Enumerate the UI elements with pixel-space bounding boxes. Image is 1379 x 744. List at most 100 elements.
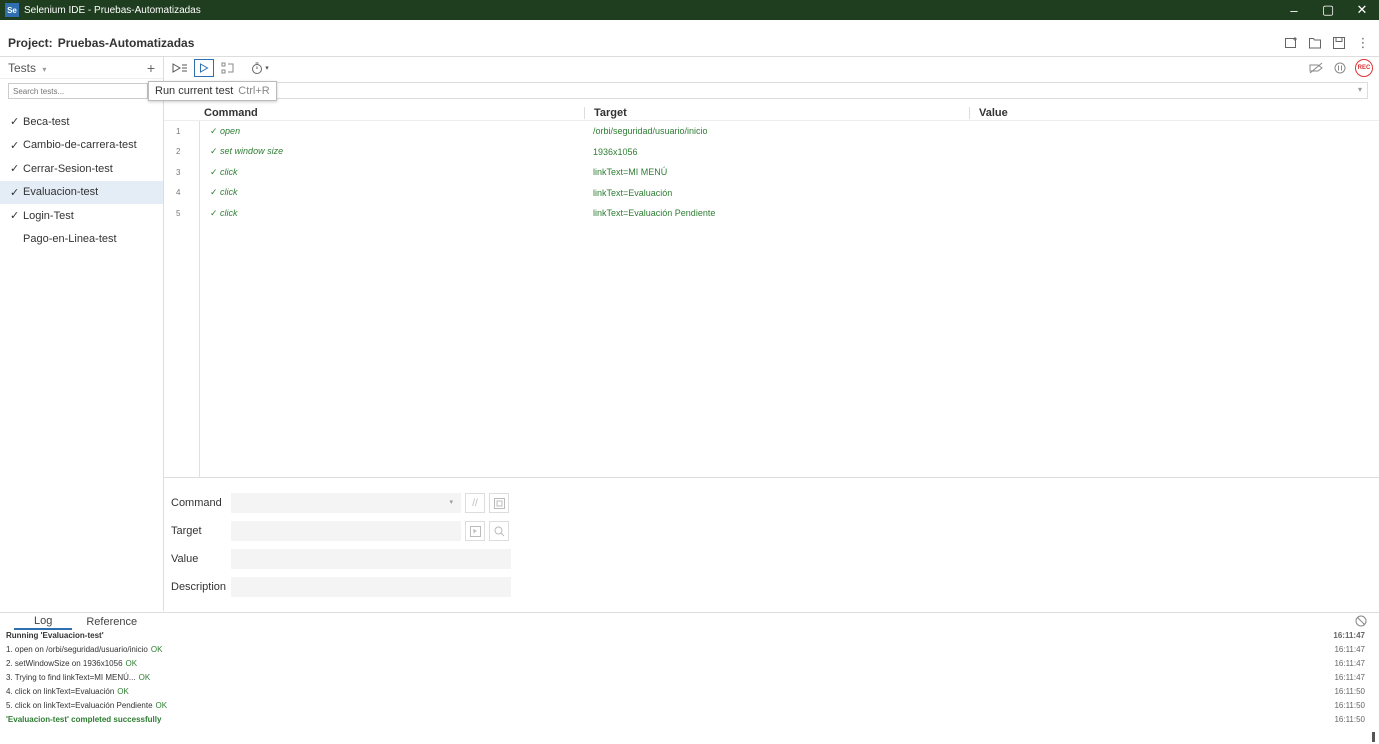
- log-ok: OK: [125, 659, 138, 668]
- test-name: Cerrar-Sesion-test: [23, 162, 113, 175]
- command-editor: Command ▾ // Target Value Description: [164, 479, 1379, 611]
- chevron-down-icon: ▾: [42, 64, 47, 74]
- row-command: ✓ click: [200, 208, 584, 219]
- search-tests-input[interactable]: [8, 83, 148, 99]
- check-icon: ✓: [210, 187, 221, 198]
- log-time: 16:11:47: [1334, 659, 1365, 668]
- log-ok: OK: [138, 673, 151, 682]
- value-label: Value: [171, 553, 199, 565]
- step-over-icon[interactable]: [218, 59, 238, 77]
- header-target: Target: [584, 106, 969, 119]
- test-item[interactable]: Pago-en-Linea-test: [0, 228, 163, 252]
- test-name: Evaluacion-test: [23, 186, 99, 199]
- log-ok: OK: [155, 701, 168, 710]
- base-url-input[interactable]: ▾: [230, 82, 1368, 99]
- disable-breakpoints-icon[interactable]: [1307, 59, 1325, 77]
- command-row[interactable]: 5 ✓ click linkText=Evaluación Pendiente: [164, 203, 1379, 224]
- minimize-button[interactable]: –: [1277, 0, 1311, 20]
- check-icon: ✓: [10, 186, 20, 199]
- log-text: 5. click on linkText=Evaluación Pendient…: [6, 701, 153, 710]
- check-icon: ✓: [210, 166, 221, 177]
- row-command-text: set window size: [220, 146, 284, 157]
- log-line: 4. click on linkText=Evaluación OK 16:11:5…: [6, 687, 1371, 701]
- command-select[interactable]: ▾: [231, 493, 461, 513]
- log-scrollbar[interactable]: [1372, 732, 1375, 742]
- row-command: ✓ open: [200, 126, 584, 137]
- row-command-text: click: [220, 187, 238, 198]
- log-text: 4. click on linkText=Evaluación: [6, 687, 115, 696]
- test-item[interactable]: ✓ Evaluacion-test: [0, 180, 163, 204]
- project-bar: Project: Pruebas-Automatizadas ⋮: [0, 29, 1379, 57]
- select-target-icon[interactable]: [465, 521, 485, 541]
- clear-log-icon[interactable]: [1355, 615, 1367, 630]
- value-input[interactable]: [231, 549, 511, 569]
- run-current-test-tooltip: Run current test Ctrl+R: [148, 81, 277, 101]
- command-row[interactable]: 4 ✓ click linkText=Evaluación: [164, 183, 1379, 204]
- more-options-icon[interactable]: ⋮: [1353, 35, 1373, 51]
- test-name: Pago-en-Linea-test: [23, 233, 117, 246]
- project-name[interactable]: Pruebas-Automatizadas: [58, 36, 195, 50]
- tests-sidebar: Tests ▾ + ✓Beca-test✓Cambio-de-carrera-t…: [0, 57, 164, 611]
- find-target-icon[interactable]: [489, 521, 509, 541]
- test-item[interactable]: ✓ Login-Test: [0, 204, 163, 228]
- selenium-logo-icon: Se: [5, 3, 19, 17]
- log-text: 'Evaluacion-test' completed successfully: [6, 715, 162, 724]
- editor-value-row: Value: [164, 549, 524, 569]
- tab-log[interactable]: Log: [14, 615, 73, 630]
- run-all-tests-button[interactable]: [170, 59, 190, 77]
- open-project-icon[interactable]: [1305, 35, 1325, 51]
- toggle-comment-button[interactable]: //: [465, 493, 485, 513]
- editor-description-row: Description: [164, 577, 524, 597]
- description-input[interactable]: [231, 577, 511, 597]
- header-command: Command: [204, 106, 258, 119]
- tests-dropdown[interactable]: Tests ▾: [8, 61, 46, 75]
- command-row[interactable]: 2 ✓ set window size 1936x1056: [164, 142, 1379, 163]
- row-number: 4: [176, 188, 181, 198]
- check-icon: ✓: [10, 163, 20, 176]
- record-button[interactable]: REC: [1355, 59, 1373, 77]
- row-target: linkText=MI MENÚ: [593, 167, 668, 178]
- test-item[interactable]: ✓ Cerrar-Sesion-test: [0, 157, 163, 181]
- command-row[interactable]: 3 ✓ click linkText=MI MENÚ: [164, 162, 1379, 183]
- row-number: 3: [176, 167, 181, 177]
- log-line: 3. Trying to find linkText=MI MENÚ... OK 1…: [6, 673, 1371, 687]
- test-item[interactable]: ✓ Cambio-de-carrera-test: [0, 134, 163, 158]
- check-icon: ✓: [210, 207, 221, 218]
- check-icon: ✓: [210, 146, 221, 157]
- chevron-down-icon[interactable]: ▾: [1358, 85, 1362, 94]
- tab-reference[interactable]: Reference: [72, 616, 151, 628]
- pause-on-exceptions-icon[interactable]: [1331, 59, 1349, 77]
- row-command-text: click: [220, 207, 238, 218]
- save-project-icon[interactable]: [1329, 35, 1349, 51]
- log-line: Running 'Evaluacion-test' 16:11:47: [6, 631, 1371, 645]
- row-number: 1: [176, 126, 181, 136]
- test-name: Beca-test: [23, 115, 70, 128]
- test-name: Login-Test: [23, 209, 74, 222]
- playback-toolbar: ▾ REC: [164, 57, 1379, 79]
- row-number: 5: [176, 208, 181, 218]
- add-test-button[interactable]: +: [147, 60, 155, 76]
- row-command: ✓ set window size: [200, 146, 584, 157]
- run-current-test-button[interactable]: [194, 59, 214, 77]
- log-ok: OK: [117, 687, 129, 696]
- editor-target-row: Target: [164, 521, 524, 541]
- check-icon: ✓: [210, 125, 221, 136]
- project-label: Project:: [8, 35, 53, 50]
- row-target: linkText=Evaluación: [593, 187, 673, 198]
- maximize-button[interactable]: ▢: [1311, 0, 1345, 20]
- log-text: Running 'Evaluacion-test': [6, 631, 104, 640]
- new-project-icon[interactable]: [1281, 35, 1301, 51]
- log-text: 3. Trying to find linkText=MI MENÚ...: [6, 673, 136, 682]
- row-target: 1936x1056: [593, 146, 638, 157]
- log-time: 16:11:47: [1334, 673, 1365, 682]
- command-row[interactable]: 1 ✓ open/orbi/seguridad/usuario/inicio: [164, 121, 1379, 142]
- log-pane: Log Reference Running 'Evaluacion-test' 1…: [0, 612, 1379, 744]
- log-line: 5. click on linkText=Evaluación Pendient…: [6, 701, 1371, 715]
- target-label: Target: [171, 525, 202, 537]
- target-input[interactable]: [231, 521, 461, 541]
- test-item[interactable]: ✓ Beca-test: [0, 110, 163, 134]
- speed-timer-icon[interactable]: ▾: [246, 59, 274, 77]
- log-time: 16:11:47: [1334, 645, 1365, 654]
- open-reference-button[interactable]: [489, 493, 509, 513]
- close-button[interactable]: ✕: [1345, 0, 1379, 20]
